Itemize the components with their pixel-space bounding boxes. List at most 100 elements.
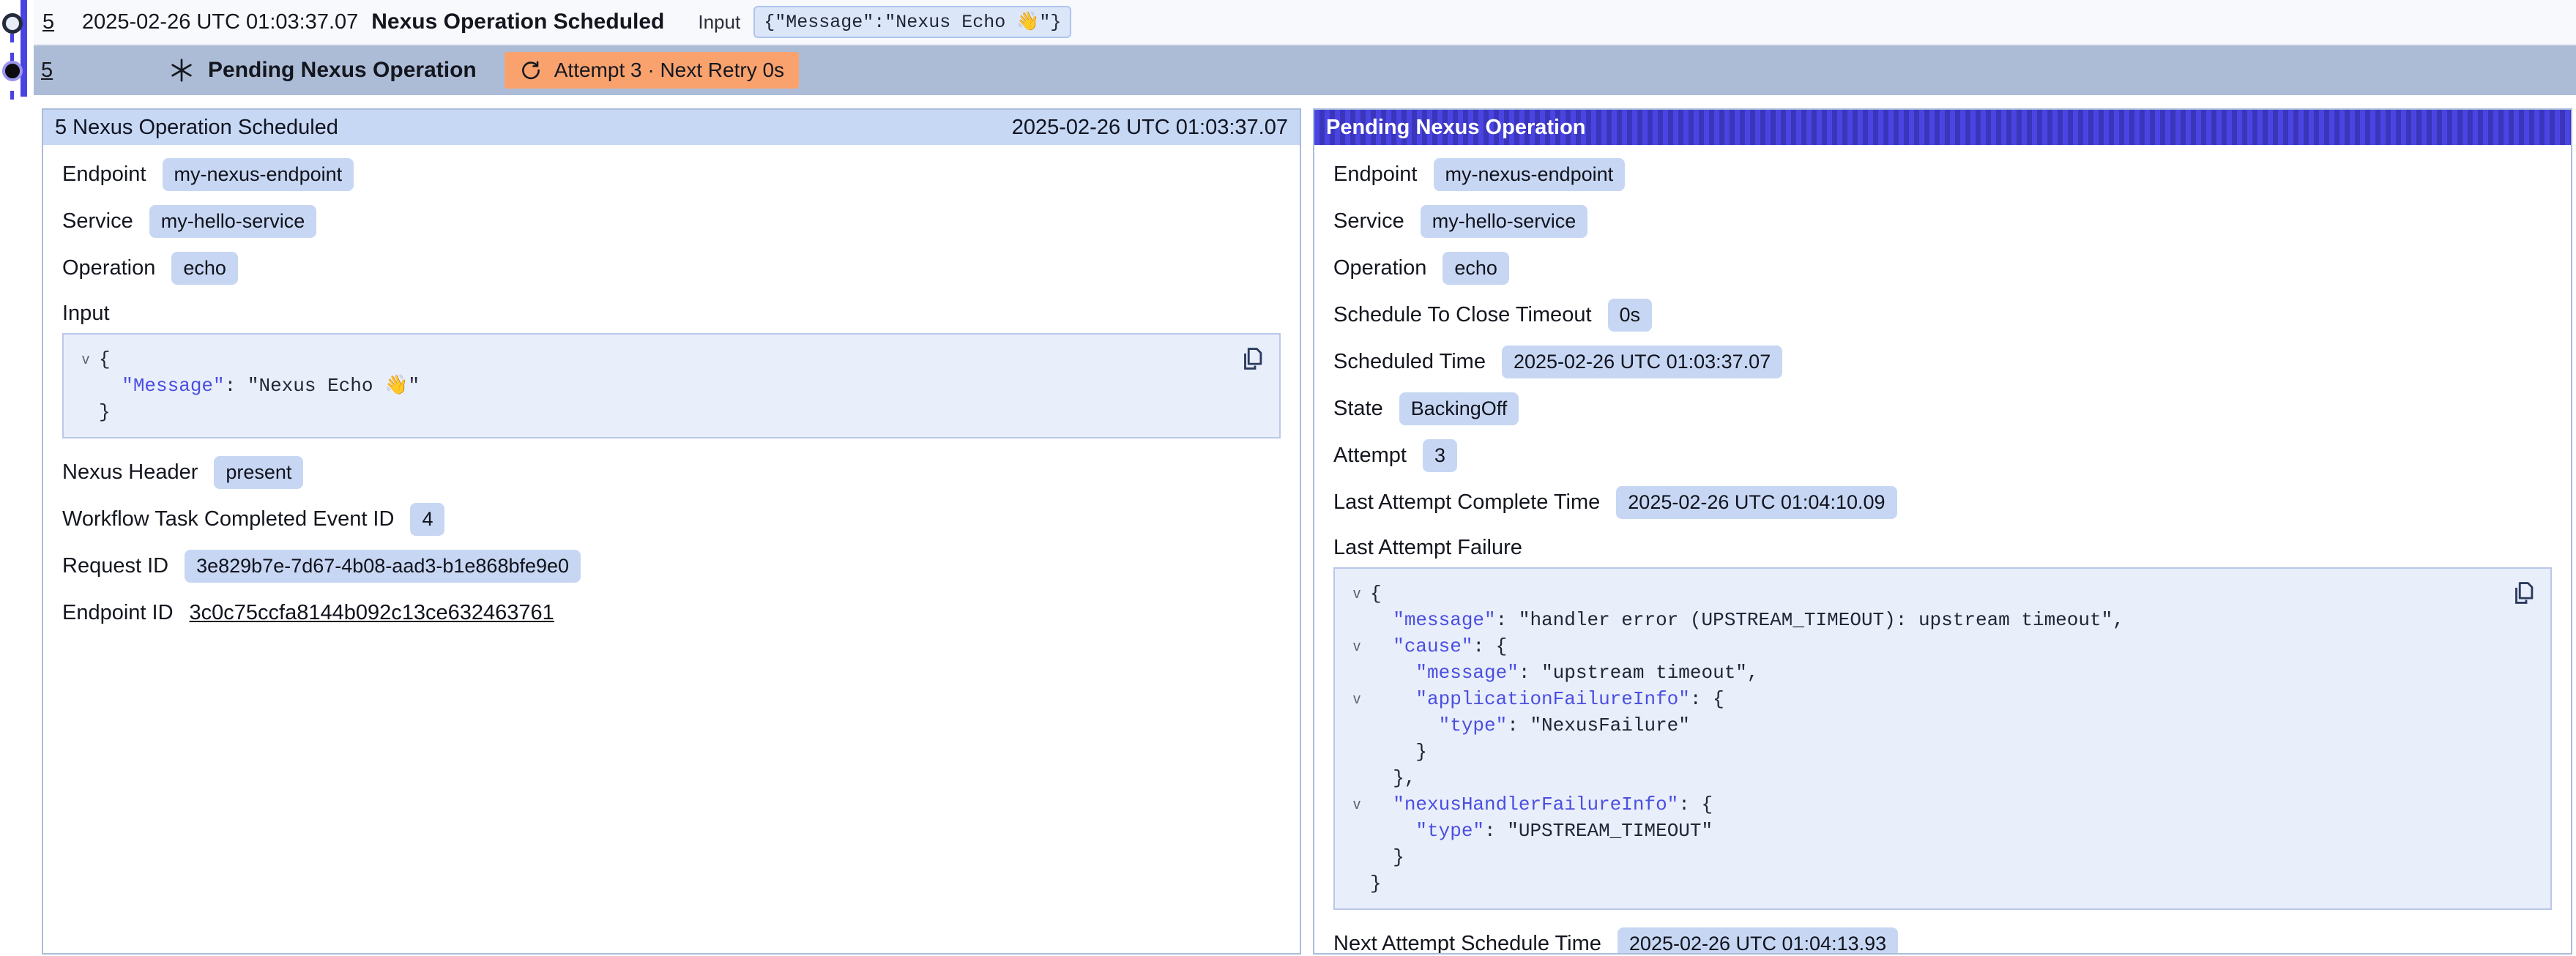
json-key: "applicationFailureInfo" <box>1415 688 1689 710</box>
collapse-chevron-icon[interactable]: v <box>1344 791 1370 818</box>
code-text: } <box>99 399 111 425</box>
gutter-spacer <box>1344 870 1370 897</box>
scheduled-panel-timestamp: 2025-02-26 UTC 01:03:37.07 <box>1012 116 1288 140</box>
detail-row: Operation echo <box>62 244 1281 291</box>
collapse-chevron-icon[interactable]: v <box>1344 633 1370 660</box>
input-preview-chip[interactable]: {"Message":"Nexus Echo 👋"} <box>753 6 1071 38</box>
code-text: }, <box>1370 765 1415 791</box>
field-label: Operation <box>62 256 155 280</box>
code-line: } <box>1344 739 2506 765</box>
code-text: "Message": "Nexus Echo 👋" <box>99 373 420 399</box>
code-line: } <box>1344 844 2506 870</box>
field-label: State <box>1333 397 1383 421</box>
detail-row: Service my-hello-service <box>62 198 1281 244</box>
detail-row: Endpoint ID 3c0c75ccfa8144b092c13ce632463… <box>62 589 1281 636</box>
event-detail-panels: 5 Nexus Operation Scheduled 2025-02-26 U… <box>42 108 2572 955</box>
timeline-node-scheduled[interactable] <box>2 13 23 34</box>
code-line: "message": "handler error (UPSTREAM_TIME… <box>1344 607 2506 633</box>
event-id-link[interactable]: 5 <box>42 10 76 34</box>
scheduled-panel-header: 5 Nexus Operation Scheduled 2025-02-26 U… <box>43 110 1300 145</box>
detail-row: Scheduled Time 2025-02-26 UTC 01:03:37.07 <box>1333 338 2552 385</box>
collapse-chevron-icon[interactable]: v <box>72 346 99 373</box>
collapse-chevron-icon[interactable]: v <box>1344 686 1370 712</box>
field-value-chip: my-hello-service <box>1421 205 1588 238</box>
code-line: }, <box>1344 765 2506 791</box>
field-label: Nexus Header <box>62 460 198 485</box>
attempt-badge-label: Attempt 3 · Next Retry 0s <box>554 59 784 82</box>
detail-row: Request ID3e829b7e-7d67-4b08-aad3-b1e868… <box>62 542 1281 589</box>
gutter-spacer <box>72 399 99 425</box>
gutter-spacer <box>1344 765 1370 791</box>
field-label: Last Attempt Failure <box>1333 536 2552 560</box>
gutter-spacer <box>1344 844 1370 870</box>
field-label: Scheduled Time <box>1333 350 1486 374</box>
code-line: v "cause": { <box>1344 633 2506 660</box>
event-row-pending-selected[interactable]: 5 Pending Nexus Operation Attempt 3 · Ne… <box>34 45 2576 95</box>
json-key: "nexusHandlerFailureInfo" <box>1393 793 1678 815</box>
gutter-spacer <box>1344 712 1370 739</box>
input-inline-label: Input <box>698 11 740 34</box>
detail-row: Operation echo <box>1333 244 2552 291</box>
field-label: Request ID <box>62 554 168 578</box>
gutter-spacer <box>1344 607 1370 633</box>
event-row-scheduled[interactable]: 5 2025-02-26 UTC 01:03:37.07 Nexus Opera… <box>34 0 2576 45</box>
gutter-spacer <box>1344 818 1370 844</box>
detail-row: State BackingOff <box>1333 385 2552 432</box>
copy-icon[interactable] <box>1238 345 1266 373</box>
event-id-link[interactable]: 5 <box>41 59 75 83</box>
field-label: Endpoint ID <box>62 601 174 625</box>
retry-icon <box>519 59 543 82</box>
collapse-chevron-icon[interactable]: v <box>1344 580 1370 607</box>
json-key: "message" <box>1393 609 1495 631</box>
code-text: "message": "upstream timeout", <box>1370 660 1759 686</box>
pending-panel-title: Pending Nexus Operation <box>1326 116 1586 140</box>
field-label: Input <box>62 302 1281 326</box>
code-text: "applicationFailureInfo": { <box>1370 686 1724 712</box>
code-line: "Message": "Nexus Echo 👋" <box>72 373 1235 399</box>
detail-row: Attempt3 <box>1333 432 2552 479</box>
code-line: "type": "NexusFailure" <box>1344 712 2506 739</box>
code-text: "type": "UPSTREAM_TIMEOUT" <box>1370 818 1713 844</box>
detail-row: Schedule To Close Timeout0s <box>1333 291 2552 338</box>
code-text: } <box>1370 870 1382 897</box>
field-value-chip: 4 <box>410 503 444 536</box>
attempt-retry-badge: Attempt 3 · Next Retry 0s <box>505 52 799 89</box>
field-label: Service <box>1333 209 1404 234</box>
code-line: "type": "UPSTREAM_TIMEOUT" <box>1344 818 2506 844</box>
json-code-block: v{ "message": "handler error (UPSTREAM_T… <box>1333 567 2552 910</box>
event-history-rows: 5 2025-02-26 UTC 01:03:37.07 Nexus Opera… <box>34 0 2576 95</box>
json-key: "cause" <box>1393 635 1473 657</box>
code-text: "message": "handler error (UPSTREAM_TIME… <box>1370 607 2124 633</box>
field-label: Workflow Task Completed Event ID <box>62 507 394 531</box>
field-value-chip: BackingOff <box>1399 392 1519 425</box>
code-line: v "nexusHandlerFailureInfo": { <box>1344 791 2506 818</box>
copy-icon[interactable] <box>2509 579 2537 607</box>
code-line: } <box>72 399 1235 425</box>
code-text: { <box>1370 580 1382 607</box>
field-label: Service <box>62 209 133 234</box>
field-value-chip: 2025-02-26 UTC 01:03:37.07 <box>1502 346 1782 378</box>
field-label: Last Attempt Complete Time <box>1333 490 1600 515</box>
scheduled-panel-body: Endpointmy-nexus-endpointServicemy-hello… <box>43 145 1300 953</box>
code-text: } <box>1370 739 1427 765</box>
event-title: Nexus Operation Scheduled <box>371 10 664 34</box>
detail-row: Service my-hello-service <box>1333 198 2552 244</box>
code-text: "nexusHandlerFailureInfo": { <box>1370 791 1713 818</box>
field-value-chip: 3 <box>1423 439 1457 472</box>
field-value-chip: echo <box>171 252 238 285</box>
code-text: { <box>99 346 111 373</box>
json-key: "Message" <box>122 375 224 397</box>
field-value-link[interactable]: 3c0c75ccfa8144b092c13ce632463761 <box>190 601 554 625</box>
code-text: "cause": { <box>1370 633 1507 660</box>
gutter-spacer <box>1344 739 1370 765</box>
timeline-selection-bar <box>21 0 27 97</box>
pending-panel-header: Pending Nexus Operation <box>1314 110 2571 145</box>
field-label: Next Attempt Schedule Time <box>1333 932 1601 954</box>
field-value-chip: 2025-02-26 UTC 01:04:13.93 <box>1618 927 1898 954</box>
json-code-block: v{ "Message": "Nexus Echo 👋"} <box>62 333 1281 438</box>
timeline-node-pending[interactable] <box>2 61 23 81</box>
field-value-chip: echo <box>1443 252 1509 285</box>
field-label: Operation <box>1333 256 1426 280</box>
field-value-chip: my-hello-service <box>149 205 317 238</box>
gutter-spacer <box>1344 660 1370 686</box>
